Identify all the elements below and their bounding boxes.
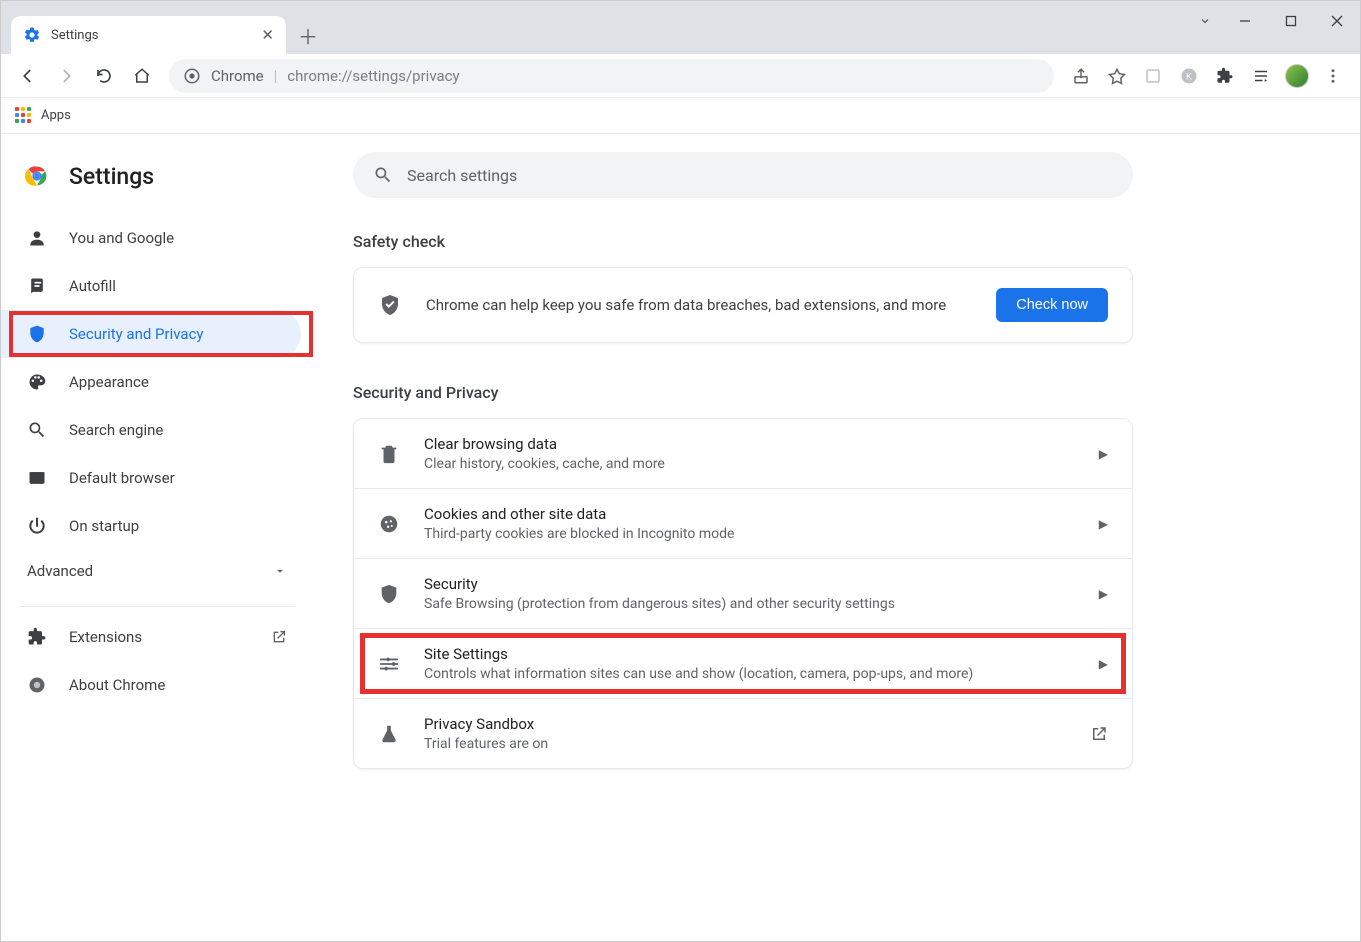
sidebar-link-extensions[interactable]: Extensions [1,613,313,661]
window-controls [1188,1,1360,41]
chevron-down-icon [273,564,287,578]
check-now-button[interactable]: Check now [996,288,1108,322]
sidebar-advanced-toggle[interactable]: Advanced [1,550,313,592]
chevron-right-icon: ▶ [1099,517,1108,531]
browser-tab[interactable]: Settings ✕ [11,16,286,54]
row-title: Cookies and other site data [424,505,1075,523]
sidebar-divider [19,606,295,607]
sidebar-item-label: Appearance [69,373,149,391]
row-subtitle: Trial features are on [424,736,1066,752]
row-subtitle: Safe Browsing (protection from dangerous… [424,596,1075,612]
apps-grid-icon[interactable] [15,107,33,125]
maximize-button[interactable] [1268,5,1314,37]
search-placeholder: Search settings [407,166,517,185]
row-security[interactable]: Security Safe Browsing (protection from … [354,558,1132,628]
safety-check-card: Chrome can help keep you safe from data … [353,267,1133,343]
chevron-right-icon: ▶ [1099,657,1108,671]
sidebar-item-appearance[interactable]: Appearance [1,358,301,406]
minimize-button[interactable] [1222,5,1268,37]
sidebar-advanced-label: Advanced [27,562,93,580]
bookmarks-bar: Apps [1,98,1360,134]
forward-button[interactable] [49,59,83,93]
sidebar-item-security-privacy[interactable]: Security and Privacy [1,310,301,358]
reload-button[interactable] [87,59,121,93]
share-icon[interactable] [1064,59,1098,93]
sidebar-item-on-startup[interactable]: On startup [1,502,301,550]
back-button[interactable] [11,59,45,93]
extensions-puzzle-icon[interactable] [1208,59,1242,93]
sidebar-item-you-and-google[interactable]: You and Google [1,214,301,262]
svg-text:K: K [1186,71,1192,81]
reading-list-icon[interactable] [1244,59,1278,93]
new-tab-button[interactable]: ＋ [292,19,324,51]
tab-title: Settings [51,28,261,43]
chevron-right-icon: ▶ [1099,447,1108,461]
browser-toolbar: Chrome | chrome://settings/privacy K [1,54,1360,98]
sidebar-link-label: About Chrome [69,676,165,694]
open-in-new-icon [271,629,287,645]
sidebar-item-autofill[interactable]: Autofill [1,262,301,310]
url-scheme: Chrome [211,67,264,85]
row-cookies[interactable]: Cookies and other site data Third-party … [354,488,1132,558]
row-title: Security [424,575,1075,593]
address-bar[interactable]: Chrome | chrome://settings/privacy [169,59,1054,93]
tab-search-button[interactable] [1188,5,1222,37]
cookie-icon [378,513,400,535]
row-clear-browsing-data[interactable]: Clear browsing data Clear history, cooki… [354,419,1132,488]
sidebar-link-label: Extensions [69,628,142,646]
url-path: chrome://settings/privacy [287,67,459,85]
sidebar-item-label: Security and Privacy [69,325,204,343]
row-subtitle: Controls what information sites can use … [424,666,1075,682]
sidebar-item-label: Search engine [69,421,163,439]
chevron-right-icon: ▶ [1099,587,1108,601]
open-in-new-icon [1090,725,1108,743]
row-privacy-sandbox[interactable]: Privacy Sandbox Trial features are on [354,698,1132,768]
settings-main: Search settings Safety check Chrome can … [313,134,1193,941]
search-icon [373,165,393,185]
settings-header: Settings [1,152,313,214]
sliders-icon [378,653,400,675]
safety-check-heading: Safety check [353,232,1133,251]
trash-icon [378,443,400,465]
sidebar-item-default-browser[interactable]: Default browser [1,454,301,502]
gear-icon [23,26,41,44]
row-title: Site Settings [424,645,1075,663]
settings-sidebar: Settings You and Google Autofill Securit… [1,134,313,941]
sidebar-item-label: On startup [69,517,139,535]
shield-check-icon [378,293,402,317]
sidebar-item-label: Default browser [69,469,175,487]
bookmark-star-icon[interactable] [1100,59,1134,93]
row-title: Clear browsing data [424,435,1075,453]
row-title: Privacy Sandbox [424,715,1066,733]
sidebar-item-label: You and Google [69,229,174,247]
extension-icon-1[interactable] [1136,59,1170,93]
safety-check-message: Chrome can help keep you safe from data … [426,296,972,314]
close-window-button[interactable] [1314,5,1360,37]
sidebar-item-label: Autofill [69,277,116,295]
sidebar-item-search-engine[interactable]: Search engine [1,406,301,454]
chrome-logo-icon [23,162,51,190]
settings-page: Settings You and Google Autofill Securit… [1,134,1360,941]
browser-tab-strip: Settings ✕ ＋ [1,1,1360,54]
site-info-icon[interactable] [183,67,201,85]
home-button[interactable] [125,59,159,93]
search-settings-input[interactable]: Search settings [353,152,1133,198]
row-site-settings[interactable]: Site Settings Controls what information … [354,628,1132,698]
row-subtitle: Clear history, cookies, cache, and more [424,456,1075,472]
row-subtitle: Third-party cookies are blocked in Incog… [424,526,1075,542]
sidebar-link-about-chrome[interactable]: About Chrome [1,661,313,709]
flask-icon [378,723,400,745]
shield-icon [378,583,400,605]
page-title: Settings [69,163,154,190]
close-tab-icon[interactable]: ✕ [261,26,274,44]
security-privacy-heading: Security and Privacy [353,383,1133,402]
extension-icon-2[interactable]: K [1172,59,1206,93]
profile-avatar[interactable] [1280,59,1314,93]
security-privacy-card: Clear browsing data Clear history, cooki… [353,418,1133,769]
kebab-menu-icon[interactable] [1316,59,1350,93]
bookmark-apps[interactable]: Apps [41,108,71,123]
